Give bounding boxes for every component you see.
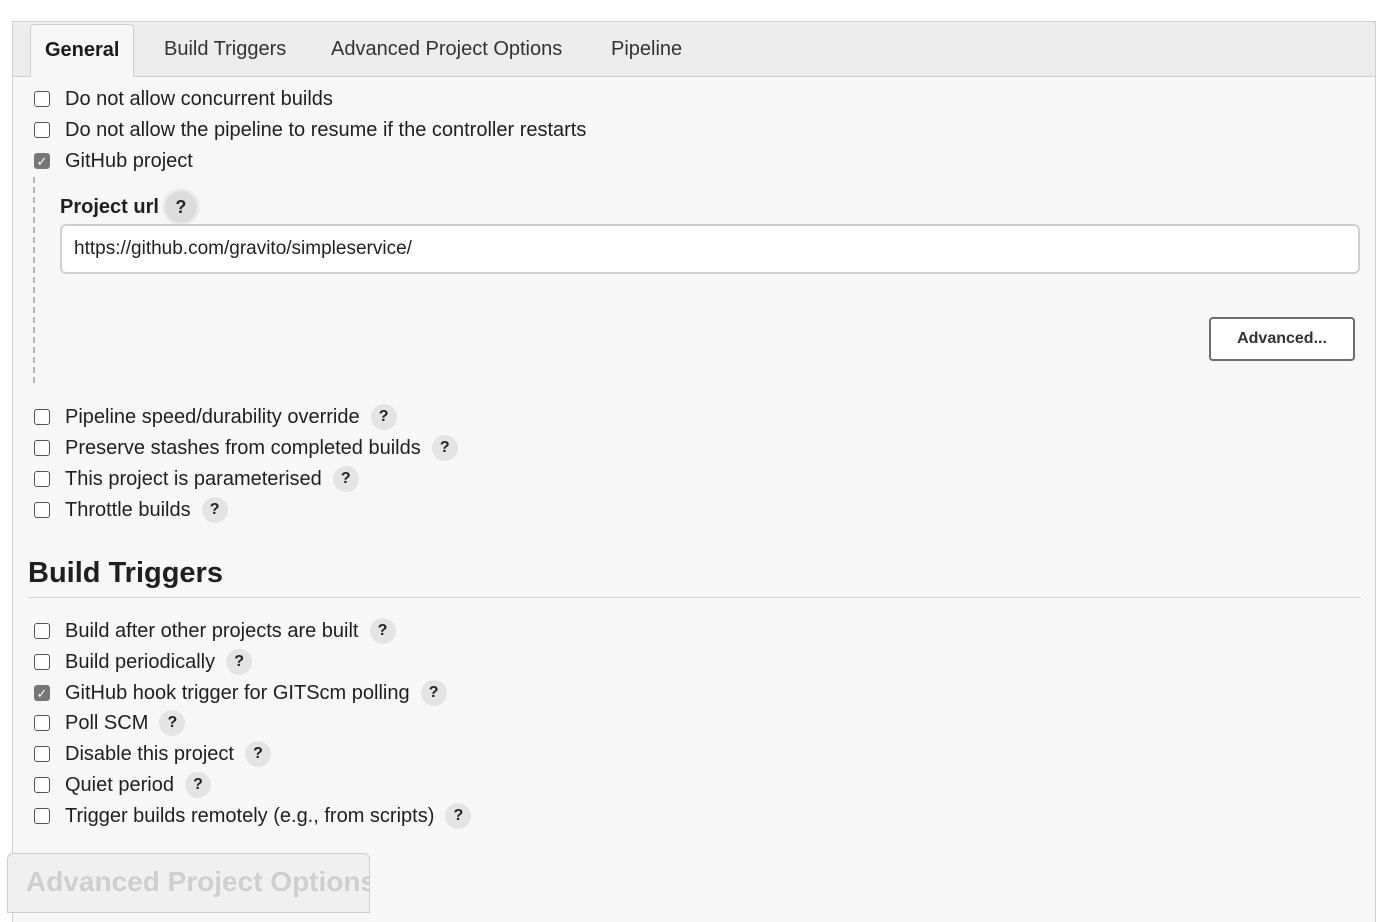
option-label: Build after other projects are built — [65, 619, 359, 642]
help-icon[interactable]: ? — [226, 649, 253, 675]
checkbox[interactable] — [34, 440, 50, 456]
help-icon[interactable]: ? — [370, 404, 397, 430]
nested-options-divider — [33, 177, 35, 383]
checkbox-checked[interactable]: ✓ — [34, 153, 50, 169]
option-throttle-builds[interactable]: Throttle builds ? — [34, 495, 228, 525]
checkbox[interactable] — [34, 654, 50, 670]
checkbox[interactable] — [34, 623, 50, 639]
help-icon[interactable]: ? — [244, 741, 271, 767]
option-label: Do not allow the pipeline to resume if t… — [65, 118, 587, 141]
option-label: Quiet period — [65, 773, 174, 796]
help-icon[interactable]: ? — [369, 618, 396, 644]
option-label: Do not allow concurrent builds — [65, 87, 333, 110]
option-label: Poll SCM — [65, 711, 149, 734]
tab-general[interactable]: General — [30, 24, 135, 77]
job-config-panel: General Build Triggers Advanced Project … — [7, 21, 1376, 922]
checkbox[interactable] — [34, 777, 50, 793]
help-icon[interactable]: ? — [420, 680, 447, 706]
project-url-label-text: Project url — [60, 195, 159, 218]
trigger-builds-remotely[interactable]: Trigger builds remotely (e.g., from scri… — [34, 801, 472, 831]
trigger-poll-scm[interactable]: Poll SCM ? — [34, 708, 186, 738]
checkbox-checked[interactable]: ✓ — [34, 685, 50, 701]
option-parameterised[interactable]: This project is parameterised ? — [34, 464, 359, 494]
option-label: Pipeline speed/durability override — [65, 405, 360, 428]
option-label: Throttle builds — [65, 498, 191, 521]
checkbox[interactable] — [34, 91, 50, 107]
trigger-github-hook[interactable]: ✓ GitHub hook trigger for GITScm polling… — [34, 678, 447, 708]
checkbox[interactable] — [34, 746, 50, 762]
config-tab-bar: General Build Triggers Advanced Project … — [13, 22, 1375, 77]
trigger-build-after-other-projects[interactable]: Build after other projects are built ? — [34, 616, 396, 646]
option-no-resume-on-restart[interactable]: Do not allow the pipeline to resume if t… — [34, 115, 586, 145]
checkbox[interactable] — [34, 122, 50, 138]
checkbox[interactable] — [34, 471, 50, 487]
section-divider — [28, 597, 1361, 598]
option-github-project[interactable]: ✓ GitHub project — [34, 146, 193, 176]
option-pipeline-durability-override[interactable]: Pipeline speed/durability override ? — [34, 402, 397, 432]
section-heading-advanced-project-options: Advanced Project Options — [26, 866, 370, 897]
checkbox[interactable] — [34, 715, 50, 731]
option-label: GitHub hook trigger for GITScm polling — [65, 681, 410, 704]
option-label: Build periodically — [65, 650, 216, 673]
option-label: Trigger builds remotely (e.g., from scri… — [65, 804, 435, 827]
option-quiet-period[interactable]: Quiet period ? — [34, 770, 211, 800]
help-icon[interactable]: ? — [184, 772, 211, 798]
option-label: This project is parameterised — [65, 467, 322, 490]
trigger-build-periodically[interactable]: Build periodically ? — [34, 647, 253, 677]
checkbox[interactable] — [34, 808, 50, 824]
option-label: Preserve stashes from completed builds — [65, 436, 421, 459]
help-icon[interactable]: ? — [164, 191, 197, 223]
option-preserve-stashes[interactable]: Preserve stashes from completed builds ? — [34, 433, 458, 463]
project-url-label: Project url ? — [60, 190, 197, 224]
advanced-button[interactable]: Advanced... — [1209, 317, 1355, 361]
section-heading-build-triggers: Build Triggers — [28, 557, 223, 589]
tab-advanced-project-options[interactable]: Advanced Project Options — [317, 24, 576, 76]
tab-pipeline[interactable]: Pipeline — [597, 24, 696, 76]
checkbox[interactable] — [34, 409, 50, 425]
help-icon[interactable]: ? — [159, 710, 186, 736]
help-icon[interactable]: ? — [332, 466, 359, 492]
option-label: Disable this project — [65, 742, 234, 765]
help-icon[interactable]: ? — [201, 497, 228, 523]
option-label: GitHub project — [65, 149, 193, 172]
option-disable-project[interactable]: Disable this project ? — [34, 739, 271, 769]
option-no-concurrent-builds[interactable]: Do not allow concurrent builds — [34, 84, 333, 114]
project-url-input[interactable] — [60, 224, 1360, 274]
tab-build-triggers[interactable]: Build Triggers — [150, 24, 300, 76]
advanced-project-options-header: Advanced Project Options — [7, 853, 370, 913]
help-icon[interactable]: ? — [445, 803, 472, 829]
help-icon[interactable]: ? — [431, 435, 458, 461]
checkbox[interactable] — [34, 502, 50, 518]
